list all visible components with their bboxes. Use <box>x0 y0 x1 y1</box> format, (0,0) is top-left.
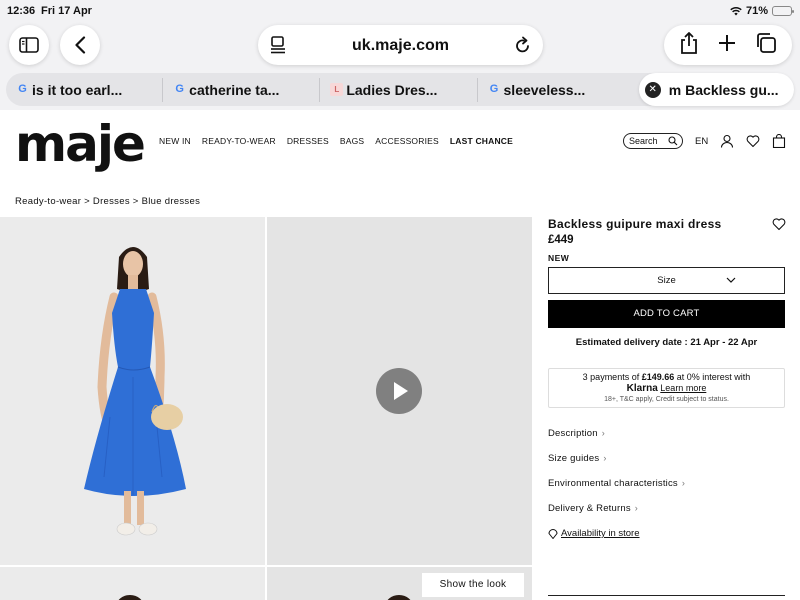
account-icon[interactable] <box>720 134 734 148</box>
product-image-model[interactable] <box>0 217 265 565</box>
tab-label: Backless gu... <box>685 81 779 98</box>
tab-label: Ladies Dres... <box>346 81 438 98</box>
nav-accessories[interactable]: ACCESSORIES <box>375 136 439 146</box>
shopping-bag-icon[interactable] <box>772 134 786 148</box>
klarna-box: 3 payments of £149.66 at 0% interest wit… <box>548 368 785 408</box>
nav-ready-to-wear[interactable]: READY-TO-WEAR <box>202 136 276 146</box>
toolbar-actions <box>664 25 792 65</box>
tabs-icon <box>756 32 776 53</box>
tab-overview-button[interactable] <box>755 32 777 59</box>
chevron-right-icon: › <box>603 453 607 463</box>
nav-dresses[interactable]: DRESSES <box>287 136 329 146</box>
chevron-down-icon <box>726 277 736 283</box>
klarna-logo: Klarna <box>626 383 658 394</box>
status-bar: 12:36 Fri 17 Apr 71% <box>0 5 800 19</box>
accordion-environmental[interactable]: Environmental characteristics › <box>548 478 685 489</box>
model-head-illustration <box>118 595 142 600</box>
google-icon: G <box>489 83 499 95</box>
new-badge: NEW <box>548 253 570 263</box>
close-tab-icon[interactable]: ✕ <box>644 82 661 98</box>
klarna-line1: 3 payments of £149.66 at 0% interest wit… <box>549 372 784 382</box>
search-label: Search <box>629 136 658 146</box>
show-the-look-button[interactable]: Show the look <box>422 573 524 597</box>
accordion-label: Size guides <box>548 453 600 464</box>
size-select[interactable]: Size <box>548 267 785 294</box>
maje-favicon-icon: m <box>668 81 682 98</box>
accordion-delivery-returns[interactable]: Delivery & Returns › <box>548 503 638 514</box>
product-video[interactable] <box>267 217 532 565</box>
availability-link[interactable]: Availability in store <box>561 528 640 539</box>
tab-1[interactable]: G catherine ta... <box>163 73 319 106</box>
product-price: £449 <box>548 234 574 246</box>
tab-0[interactable]: G is it too earl... <box>6 73 162 106</box>
site-favicon-icon: L <box>330 83 344 96</box>
share-button[interactable] <box>679 31 699 60</box>
sidebar-button[interactable] <box>9 25 49 65</box>
nav-last-chance[interactable]: LAST CHANCE <box>450 136 513 146</box>
status-date: Fri 17 Apr <box>41 5 92 17</box>
chevron-right-icon: › <box>634 503 638 513</box>
breadcrumb[interactable]: Ready-to-wear > Dresses > Blue dresses <box>15 196 200 207</box>
klarna-amount: £149.66 <box>641 372 675 382</box>
url-text[interactable]: uk.maje.com <box>258 37 543 55</box>
tab-label: is it too earl... <box>32 81 123 98</box>
address-bar[interactable]: uk.maje.com <box>258 25 543 65</box>
delivery-estimate: Estimated delivery date : 21 Apr - 22 Ap… <box>575 337 758 348</box>
chevron-left-icon <box>75 36 86 54</box>
reload-icon[interactable] <box>515 36 531 59</box>
maje-logo[interactable]: maje <box>15 116 146 172</box>
location-pin-icon <box>548 529 558 539</box>
chevron-right-icon: › <box>681 478 686 488</box>
klarna-prefix: 3 payments of <box>582 372 640 382</box>
plus-icon <box>718 34 735 51</box>
google-icon: G <box>175 83 184 95</box>
accordion-size-guides[interactable]: Size guides › <box>548 453 607 464</box>
add-to-cart-button[interactable]: ADD TO CART <box>548 300 785 328</box>
google-icon: G <box>18 83 27 95</box>
product-title: Backless guipure maxi dress <box>548 217 722 231</box>
tab-4-active[interactable]: ✕ m Backless gu... <box>638 73 794 106</box>
accordion-label: Description <box>548 428 598 439</box>
klarna-suffix: at 0% interest with <box>676 372 751 382</box>
tab-label: sleeveless... <box>503 81 586 98</box>
nav-bags[interactable]: BAGS <box>340 136 364 146</box>
browser-chrome: 12:36 Fri 17 Apr 71% uk.maje.com G is it… <box>0 0 800 110</box>
tab-bar: G is it too earl... G catherine ta... L … <box>6 73 794 106</box>
product-image-3[interactable] <box>0 567 265 600</box>
main-nav: NEW IN READY-TO-WEAR DRESSES BAGS ACCESS… <box>159 136 513 146</box>
status-time: 12:36 <box>7 5 36 17</box>
divider <box>548 595 785 596</box>
back-button[interactable] <box>60 25 100 65</box>
availability-in-store[interactable]: Availability in store <box>548 528 640 539</box>
tab-label: catherine ta... <box>189 81 280 98</box>
accordion-description[interactable]: Description › <box>548 428 605 439</box>
klarna-learn-more-link[interactable]: Learn more <box>660 383 706 393</box>
play-icon[interactable] <box>376 368 422 414</box>
status-right: 71% <box>730 5 794 17</box>
share-icon <box>681 31 698 54</box>
language-selector[interactable]: EN <box>695 136 708 147</box>
chevron-right-icon: › <box>601 428 605 438</box>
tab-2[interactable]: L Ladies Dres... <box>320 73 476 106</box>
search-button[interactable]: Search <box>623 133 683 149</box>
wifi-icon <box>730 6 742 16</box>
model-dress-illustration <box>84 247 186 536</box>
new-tab-button[interactable] <box>718 34 736 57</box>
nav-new-in[interactable]: NEW IN <box>159 136 191 146</box>
wishlist-heart-icon[interactable] <box>746 134 760 148</box>
search-icon <box>668 136 678 146</box>
add-to-wishlist-heart-icon[interactable] <box>772 217 786 231</box>
klarna-disclaimer: 18+, T&C apply, Credit subject to status… <box>604 396 729 403</box>
tab-3[interactable]: G sleeveless... <box>478 73 634 106</box>
sidebar-icon <box>19 37 39 53</box>
size-label: Size <box>657 275 676 286</box>
battery-icon <box>772 6 794 16</box>
accordion-label: Environmental characteristics <box>548 478 678 489</box>
klarna-line2: Klarna Learn more <box>549 383 784 394</box>
accordion-label: Delivery & Returns <box>548 503 631 514</box>
battery-percent: 71% <box>745 5 768 17</box>
